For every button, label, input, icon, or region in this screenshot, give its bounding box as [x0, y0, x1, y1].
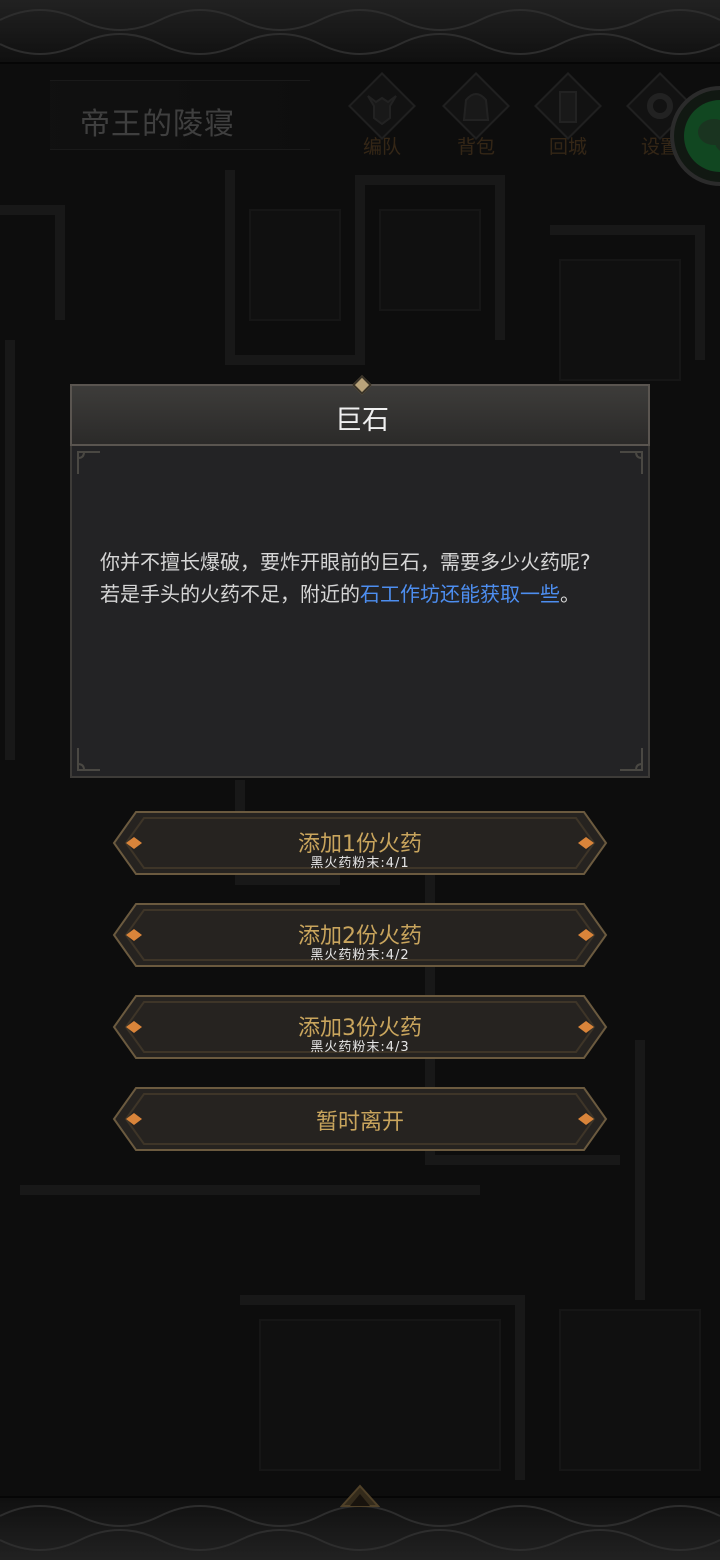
corner-ornament-icon — [620, 451, 643, 474]
modal-overlay — [0, 0, 720, 1560]
dialog-title: 巨石 — [335, 405, 389, 436]
option-requirement: 黑火药粉末:4/1 — [310, 856, 410, 871]
dialog-text: 你并不擅长爆破，要炸开眼前的巨石，需要多少火药呢? 若是手头的火药不足，附近的石… — [100, 546, 620, 610]
event-dialog: 巨石 你并不擅长爆破，要炸开眼前的巨石，需要多少火药呢? 若是手头的火药不足，附… — [70, 375, 650, 778]
add-1-gunpowder-button[interactable]: 添加1份火药 黑火药粉末:4/1 — [112, 810, 608, 876]
dialog-header: 巨石 — [70, 375, 650, 446]
dialog-body: 你并不擅长爆破，要炸开眼前的巨石，需要多少火药呢? 若是手头的火药不足，附近的石… — [70, 446, 650, 778]
dialog-text-line2-pre: 若是手头的火药不足，附近的 — [100, 582, 360, 606]
add-3-gunpowder-button[interactable]: 添加3份火药 黑火药粉末:4/3 — [112, 994, 608, 1060]
dialog-text-line2: 若是手头的火药不足，附近的石工作坊还能获取一些。 — [100, 578, 620, 610]
corner-ornament-icon — [77, 451, 100, 474]
option-requirement: 黑火药粉末:4/3 — [310, 1040, 410, 1055]
leave-button[interactable]: 暂时离开 — [112, 1086, 608, 1152]
dialog-text-line2-post: 。 — [560, 582, 580, 606]
option-label: 暂时离开 — [315, 1110, 404, 1135]
corner-ornament-icon — [620, 748, 643, 771]
corner-ornament-icon — [77, 748, 100, 771]
stone-workshop-link[interactable]: 石工作坊还能获取一些 — [360, 582, 560, 606]
add-2-gunpowder-button[interactable]: 添加2份火药 黑火药粉末:4/2 — [112, 902, 608, 968]
option-requirement: 黑火药粉末:4/2 — [310, 948, 410, 963]
dialog-text-line1: 你并不擅长爆破，要炸开眼前的巨石，需要多少火药呢? — [100, 550, 591, 574]
game-scene: 帝王的陵寝 编队 背包 回城 设置 巨石 你并不擅长爆破，要炸开眼前的巨石，需要… — [0, 0, 720, 1560]
